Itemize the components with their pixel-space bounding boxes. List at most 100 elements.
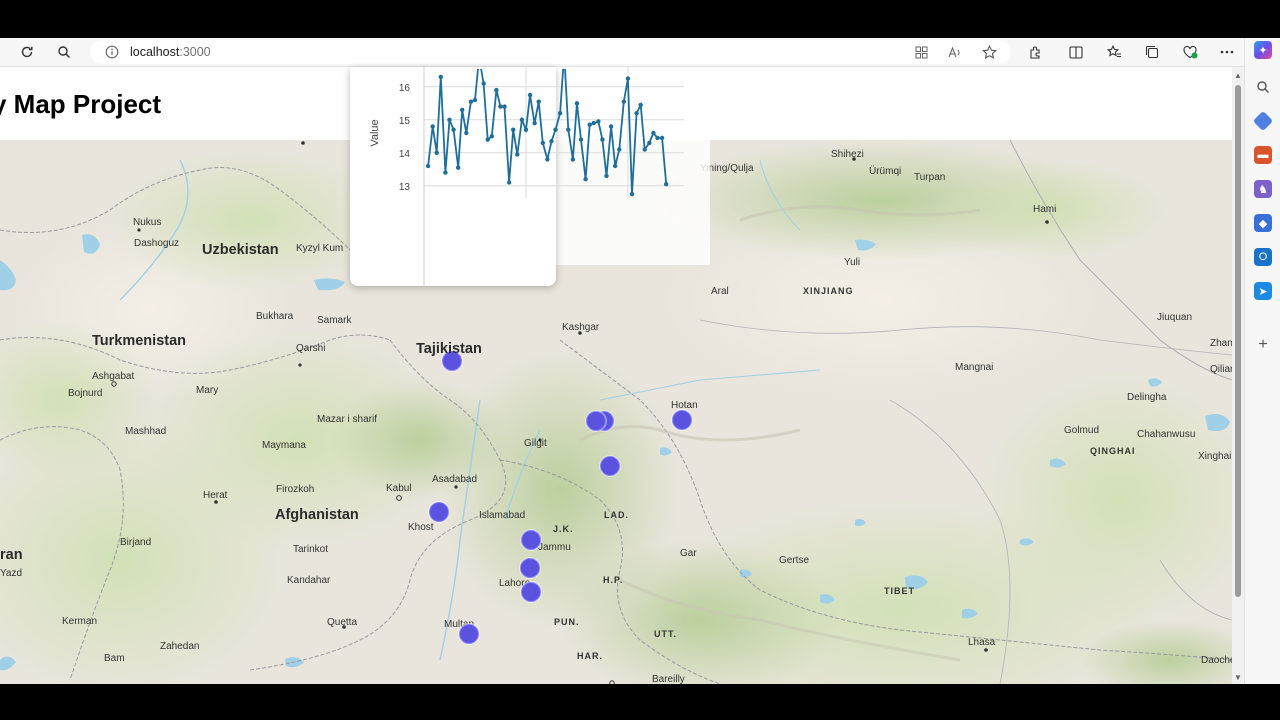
favorites-icon[interactable] [1103,42,1125,62]
data-point [617,147,622,152]
map-place-label: Kerman [62,616,98,627]
data-point [578,137,584,142]
map-region-label: HAR. [577,651,603,661]
data-point [498,104,503,109]
data-point [438,74,444,80]
data-point [519,117,525,122]
video-letterbox-top [0,0,1280,38]
scroll-up-arrow[interactable]: ▲ [1232,69,1244,81]
outlook-icon[interactable]: O [1254,248,1272,266]
map-region-label: XINJIANG [803,286,854,296]
data-point [545,157,550,162]
map-place-label: Firozkoh [276,484,315,495]
more-options-icon[interactable] [1216,42,1238,62]
refresh-icon[interactable] [16,42,38,62]
shopping-tag-icon[interactable] [1252,110,1274,132]
microsoft-365-icon[interactable]: ◆ [1254,214,1272,232]
data-point [489,134,495,139]
map-region-label: TIBET [884,586,915,596]
map-marker[interactable] [429,502,449,522]
data-point [532,120,537,126]
data-point [515,152,520,157]
map-place-label: Mazar i sharif [317,414,378,425]
data-point [663,181,669,187]
page-scrollbar[interactable]: ▲ ▼ [1232,67,1244,684]
send-icon[interactable]: ➤ [1254,282,1272,300]
add-sidebar-app-icon[interactable]: + [1254,336,1272,354]
map-marker[interactable] [521,582,541,602]
data-point [625,76,631,81]
games-icon[interactable]: ♞ [1254,180,1272,198]
address-bar[interactable]: localhost:3000 [90,40,1010,64]
extensions-icon[interactable] [1024,42,1046,62]
copilot-icon[interactable]: ✦ [1254,41,1272,59]
app-available-icon[interactable] [912,44,930,60]
tools-briefcase-icon[interactable]: ▬ [1254,146,1272,164]
data-point [455,165,461,170]
scroll-thumb[interactable] [1235,85,1241,597]
data-point [523,127,529,132]
map-place-label: Kashgar [562,322,600,333]
browser-essentials-icon[interactable] [1179,42,1201,62]
map-region-label: J.K. [553,524,574,534]
data-point [570,157,576,162]
map-place-label: Bam [104,653,125,664]
data-point [443,170,448,175]
map-place-label: Gilgit [524,438,547,449]
search-icon[interactable] [53,42,75,62]
data-point [612,163,618,169]
map-place-label: Aral [711,286,729,297]
map-place-label: Bareilly [652,674,685,684]
map-country-label: ran [0,547,23,563]
map-place-label: Bojnurd [68,388,103,399]
map-place-label: Chahanwusu [1137,429,1196,440]
map-marker[interactable] [600,456,620,476]
map-country-label: Tajikistan [416,341,482,357]
data-point [485,137,490,142]
data-point [557,111,563,116]
read-aloud-icon[interactable] [946,44,964,60]
map-place-label: Hami [1033,204,1057,215]
data-point [647,140,652,146]
site-info-icon[interactable] [104,44,120,60]
map-marker[interactable] [521,530,541,550]
map-place-label: Nukus [133,217,162,228]
map-place-label: Ürümqi [869,166,902,177]
data-point [634,111,639,116]
data-point [574,101,580,106]
map-place-label: Kyzyl Kum [296,243,344,254]
data-point [629,191,635,197]
sidebar-search-icon[interactable] [1254,78,1272,96]
map-place-label: Zhan [1210,338,1232,349]
chart-plot: 13141516201020122014ValueDate [369,67,684,287]
data-point [430,124,435,129]
map-marker[interactable] [520,558,540,578]
series-line [427,69,668,195]
map-place-label: Delingha [1127,392,1167,403]
map-place-label: Asadabad [432,474,478,485]
video-letterbox-bottom [0,684,1280,720]
map-place-label: Khost [408,522,434,533]
map-marker[interactable] [672,410,692,430]
data-point [591,120,596,126]
map-marker[interactable] [459,624,479,644]
data-point [434,150,439,155]
map-place-label: Jiuquan [1157,312,1193,323]
y-tick-label: 14 [399,149,411,160]
map-marker[interactable] [586,411,606,431]
y-tick-label: 13 [399,182,411,193]
collections-icon[interactable] [1141,42,1163,62]
split-screen-icon[interactable] [1065,42,1087,62]
scroll-down-arrow[interactable]: ▼ [1232,671,1244,683]
browser-toolbar: localhost:3000 [0,38,1280,67]
map-place-label: Dashoguz [134,238,180,249]
map-country-label: Afghanistan [275,507,359,523]
map-region-label: PUN. [554,617,580,627]
map-place-label: Kandahar [287,575,331,586]
map-place-label: Gertse [779,555,810,566]
favorite-star-icon[interactable] [980,44,998,60]
data-point [549,139,554,144]
data-point [583,177,588,182]
data-point [642,147,647,152]
map-place-label: Xinghai [1198,451,1232,462]
